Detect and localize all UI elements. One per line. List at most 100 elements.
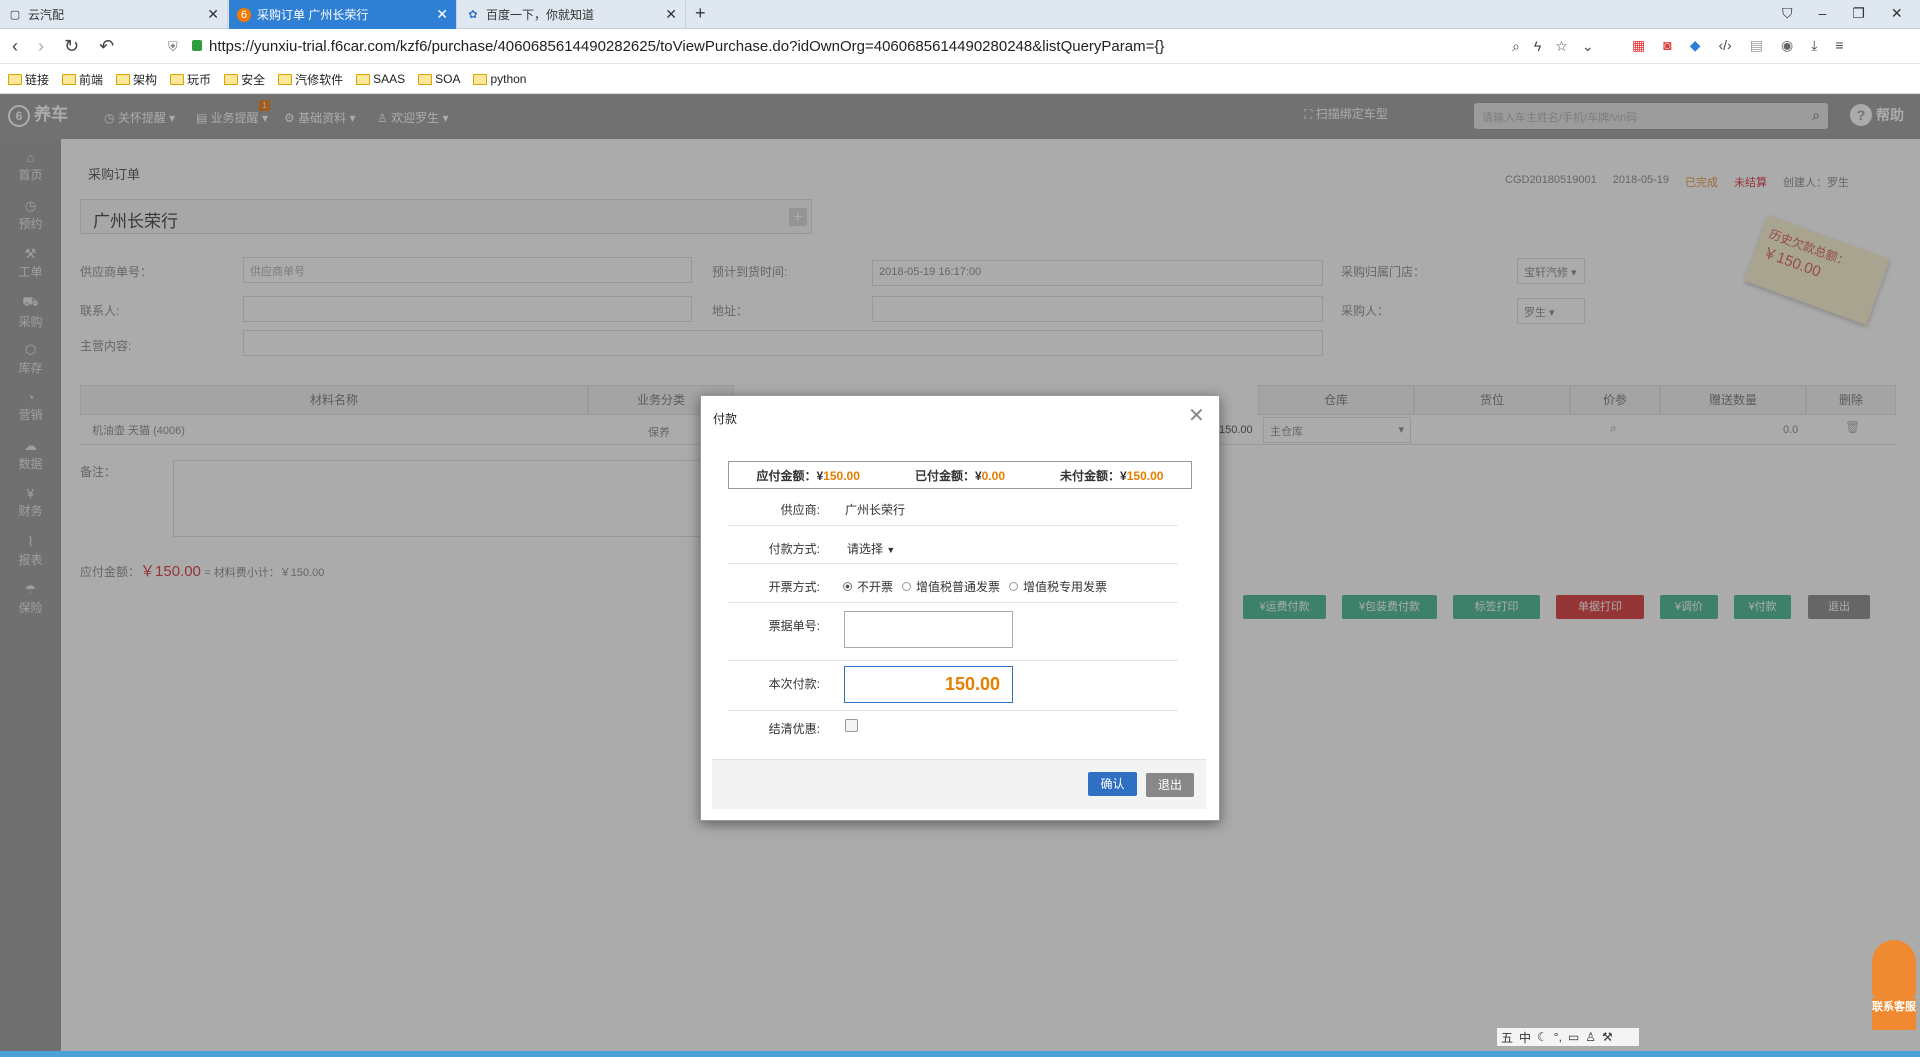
bookmark-folder[interactable]: python [473,72,526,86]
bookmark-folder[interactable]: 玩币 [170,71,211,88]
ext-circle-icon[interactable]: ◉ [1781,37,1793,54]
discount-label: 结清优惠: [768,722,820,736]
close-window-icon[interactable]: ✕ [1891,5,1903,22]
unpaid-label: 未付金额：¥ [1060,468,1127,483]
browser-tab[interactable]: ✿ 百度一下，你就知道 ✕ [458,0,686,29]
close-icon[interactable]: ✕ [436,6,448,23]
amount-input[interactable]: 150.00 [844,666,1013,703]
forward-icon[interactable]: › [38,36,44,57]
folder-icon [8,73,22,85]
reload-icon[interactable]: ↻ [64,36,79,57]
bookmark-label: python [490,72,527,86]
modal-title: 付款 [713,412,738,426]
code-icon[interactable]: ‹/› [1718,37,1731,54]
ext-red-icon[interactable]: ◙ [1663,37,1671,54]
chevron-down-icon[interactable]: ⌄ [1582,38,1594,55]
radio-no-invoice[interactable]: 不开票 [843,578,893,595]
lock-icon [192,40,202,51]
taskbar [0,1051,1920,1057]
folder-icon [224,73,239,85]
rp-icon[interactable]: ▤ [1750,37,1763,54]
bookmark-label: 玩币 [187,72,212,87]
star-icon[interactable]: ☆ [1555,38,1568,55]
bookmark-label: SOA [435,72,461,86]
window-controls: ⛉ – ❐ ✕ [1782,5,1903,22]
keyboard-icon[interactable]: ▭ [1568,1030,1579,1044]
ext-blue-icon[interactable]: ◆ [1690,37,1701,54]
new-tab-icon[interactable]: + [695,3,706,24]
undo-icon[interactable]: ↶ [99,36,114,57]
bookmark-label: 链接 [25,72,50,87]
paid-label: 已付金额：¥ [914,468,982,483]
lightning-icon[interactable]: ϟ [1534,38,1541,55]
payable-value: 150.00 [823,468,860,483]
robot-mascot-icon[interactable] [1872,940,1916,998]
ime-mode[interactable]: 中 [1519,1029,1531,1046]
amount-summary-bar: 应付金额：¥150.00 已付金额：¥0.00 未付金额：¥150.00 [728,461,1192,489]
folder-icon [473,73,488,85]
punctuation-icon[interactable]: °, [1554,1030,1562,1044]
radio-icon [1009,582,1019,591]
browser-tab-active[interactable]: 6 采购订单 广州长荣行 ✕ [229,0,457,29]
moon-icon[interactable]: ☾ [1537,1030,1548,1044]
extensions: ▦ ◙ ◆ ‹/› ▤ ◉ ⤓ ≡ [1632,37,1844,54]
radio-label: 增值税专用发票 [1023,580,1108,594]
radio-special-vat[interactable]: 增值税专用发票 [1009,578,1107,595]
payment-method-select[interactable]: 请选择 ▼ [847,540,895,557]
confirm-button[interactable]: 确认 [1088,772,1137,796]
address-actions: ⌕ ϟ ☆ ⌄ [1512,38,1594,55]
minimize-icon[interactable]: – [1819,5,1827,22]
close-icon[interactable]: ✕ [665,6,677,23]
cancel-button[interactable]: 退出 [1146,773,1194,797]
unpaid: 未付金额：¥150.00 [1060,467,1163,484]
browser-tab[interactable]: ▢ 云汽配 ✕ [0,0,228,29]
download-icon[interactable]: ⤓ [1811,37,1817,54]
apps-icon[interactable]: ▦ [1632,37,1645,54]
tab-label: 采购订单 广州长荣行 [257,8,369,22]
user-icon[interactable]: ♙ [1585,1030,1596,1044]
skin-icon[interactable]: ⛉ [1782,5,1793,22]
radio-normal-vat[interactable]: 增值税普通发票 [902,578,1000,595]
f6-favicon-icon: 6 [237,7,251,22]
paid-value: 0.00 [981,468,1005,483]
bookmark-folder[interactable]: 架构 [116,71,157,88]
discount-checkbox[interactable] [845,719,858,732]
receipt-input[interactable] [844,611,1013,648]
bookmark-label: 安全 [241,72,266,87]
radio-label: 不开票 [857,580,894,594]
bookmark-folder[interactable]: SOA [418,72,460,86]
invoice-radio-group: 不开票 增值税普通发票 增值税专用发票 [843,578,1107,595]
bookmark-folder[interactable]: 汽修软件 [278,71,343,88]
shield-icon: ⛨ [168,39,178,54]
bookmark-label: 架构 [133,72,158,87]
ime-logo-icon[interactable]: 五 [1501,1029,1513,1046]
restore-icon[interactable]: ❐ [1852,5,1865,22]
amount-label: 本次付款: [768,677,820,691]
tool-icon[interactable]: ⚒ [1602,1030,1613,1044]
supplier-value: 广州长荣行 [845,503,906,517]
bookmark-folder[interactable]: 安全 [224,71,265,88]
url-field[interactable]: https://yunxiu-trial.f6car.com/kzf6/purc… [209,38,1164,55]
bookmark-folder[interactable]: 前端 [62,71,103,88]
customer-service-button[interactable]: 联系客服 [1872,998,1916,1030]
radio-label: 增值税普通发票 [916,580,1001,594]
menu-icon[interactable]: ≡ [1835,37,1843,54]
back-icon[interactable]: ‹ [12,36,18,57]
close-icon[interactable]: ✕ [1188,403,1205,428]
folder-icon [170,73,185,85]
bookmark-label: SAAS [373,72,406,86]
supplier-label: 供应商: [780,503,820,517]
receipt-label: 票据单号: [768,619,820,633]
zoom-icon[interactable]: ⌕ [1512,38,1520,55]
folder-icon [356,73,371,85]
invoice-label: 开票方式: [768,580,820,594]
payment-method-label: 付款方式: [768,542,820,556]
close-icon[interactable]: ✕ [207,6,219,23]
folder-icon [278,73,293,85]
bookmark-folder[interactable]: 链接 [8,71,49,88]
radio-checked-icon [843,582,852,591]
radio-icon [902,582,912,591]
nav-buttons: ‹ › ↻ ↶ [12,36,114,57]
bookmark-folder[interactable]: SAAS [356,72,405,86]
folder-icon [116,73,131,85]
